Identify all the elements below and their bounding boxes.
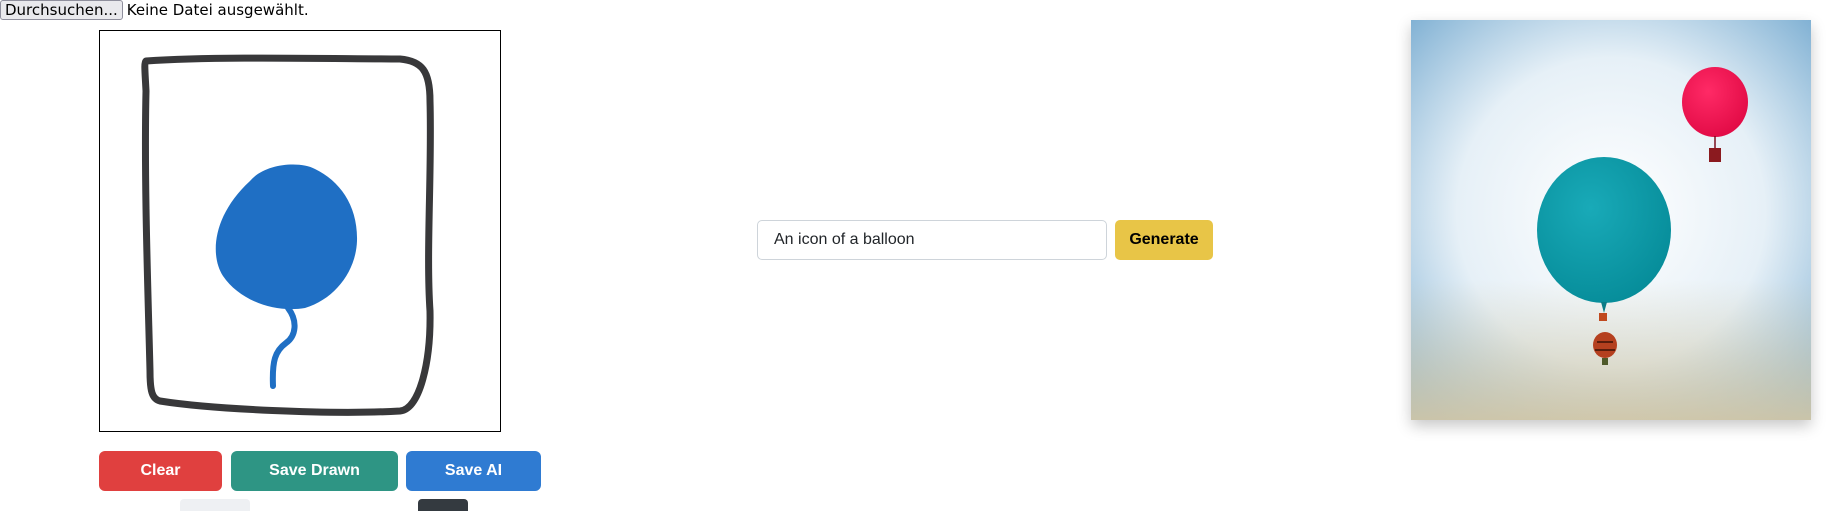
- browse-button[interactable]: Durchsuchen...: [0, 0, 123, 20]
- save-drawn-image-button[interactable]: Save Drawn Image: [231, 451, 398, 519]
- prompt-input[interactable]: [757, 220, 1107, 260]
- canvas-drawing: [141, 54, 434, 416]
- balloon-image-icon: [1411, 20, 1811, 420]
- drawing-canvas[interactable]: [99, 30, 501, 432]
- generate-button[interactable]: Generate: [1115, 220, 1213, 260]
- drawn-balloon-shape: [215, 164, 358, 310]
- red-balloon: [1682, 67, 1748, 137]
- teal-balloon: [1537, 157, 1671, 303]
- partial-button-dark[interactable]: [418, 499, 468, 511]
- small-hot-air-balloon: [1593, 332, 1617, 358]
- drawn-balloon-string: [269, 305, 298, 389]
- file-status-text: Keine Datei ausgewählt.: [126, 1, 309, 19]
- partial-button-light[interactable]: [180, 499, 250, 511]
- ai-generated-image: [1411, 20, 1811, 420]
- file-input[interactable]: Durchsuchen... Keine Datei ausgewählt.: [0, 0, 309, 20]
- clear-canvas-button[interactable]: Clear Canvas: [99, 451, 222, 519]
- save-ai-image-button[interactable]: Save AI Image: [406, 451, 541, 519]
